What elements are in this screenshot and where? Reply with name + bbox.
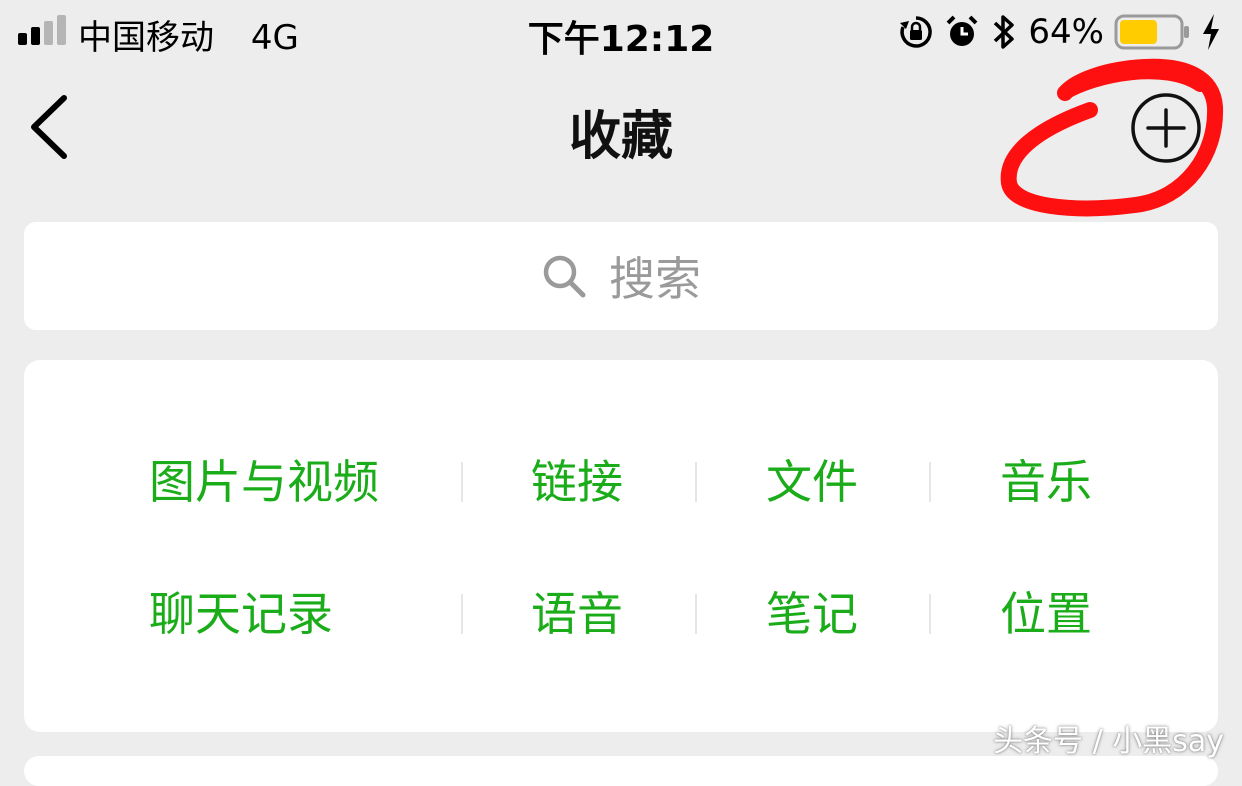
nav-bar: 收藏	[0, 64, 1242, 194]
divider	[461, 462, 463, 502]
watermark: 头条号 / 小黑say	[993, 724, 1224, 759]
category-files[interactable]: 文件	[766, 452, 858, 512]
search-placeholder: 搜索	[609, 252, 701, 306]
divider	[461, 594, 463, 634]
category-row: 聊天记录 语音 笔记 位置	[24, 584, 1218, 644]
category-card: 图片与视频 链接 文件 音乐 聊天记录 语音 笔记 位置	[24, 360, 1218, 732]
status-indicators: 64%	[898, 8, 1222, 56]
battery-percent: 64%	[1028, 12, 1104, 52]
list-item[interactable]	[24, 756, 1218, 786]
divider	[929, 594, 931, 634]
category-notes[interactable]: 笔记	[766, 584, 858, 644]
charging-icon	[1203, 14, 1219, 50]
search-icon	[543, 255, 586, 298]
alarm-icon	[947, 15, 978, 46]
category-chat-history[interactable]: 聊天记录	[149, 584, 333, 644]
battery-icon	[1114, 14, 1189, 50]
page-title: 收藏	[568, 107, 673, 167]
category-images-videos[interactable]: 图片与视频	[149, 452, 379, 512]
plus-circle-icon[interactable]	[1128, 90, 1204, 166]
category-row: 图片与视频 链接 文件 音乐	[24, 452, 1218, 512]
category-links[interactable]: 链接	[531, 452, 623, 512]
category-voice[interactable]: 语音	[531, 584, 623, 644]
status-bar: 中国移动 4G 下午12:12 64%	[0, 0, 1242, 64]
category-location[interactable]: 位置	[1000, 584, 1092, 644]
bluetooth-icon	[994, 15, 1015, 49]
divider	[929, 462, 931, 502]
category-music[interactable]: 音乐	[1000, 452, 1092, 512]
divider	[695, 594, 697, 634]
search-bar[interactable]: 搜索	[24, 222, 1218, 330]
divider	[695, 462, 697, 502]
rotation-lock-icon	[900, 16, 933, 48]
